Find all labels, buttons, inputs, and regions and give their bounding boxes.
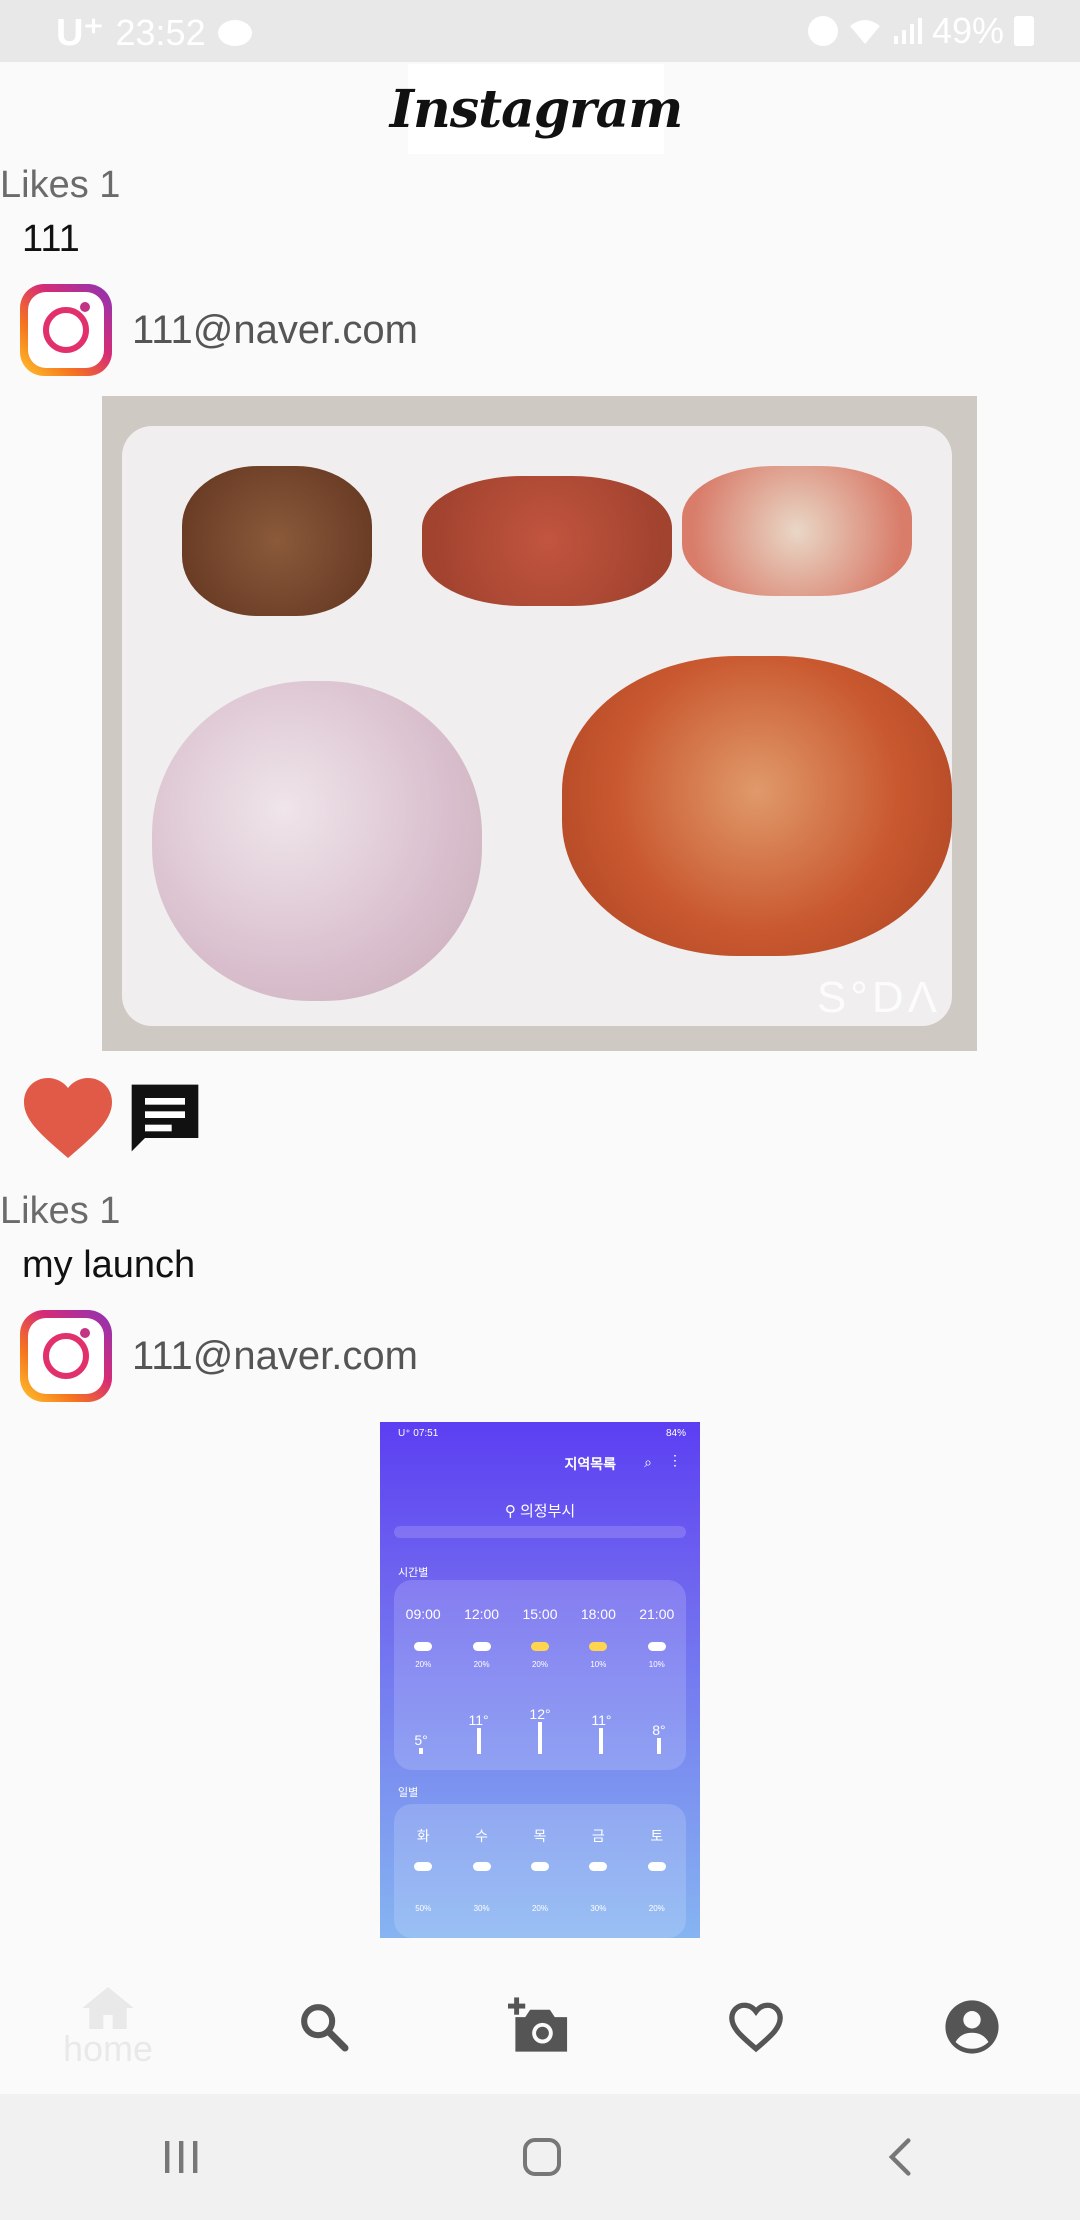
cloud-icon [589, 1862, 608, 1871]
post-caption: 111 [22, 218, 80, 260]
post-author[interactable]: 111@naver.com [20, 284, 418, 376]
nav-search[interactable] [264, 1967, 384, 2087]
heart-outline-icon [729, 2002, 783, 2053]
bottom-nav: home [0, 1962, 1080, 2092]
like-heart-icon[interactable] [20, 1074, 116, 1162]
nav-activity[interactable] [696, 1967, 816, 2087]
author-email[interactable]: 111@naver.com [132, 308, 418, 353]
cloud-icon [647, 1862, 666, 1871]
post-caption: my launch [22, 1244, 196, 1286]
comment-icon[interactable] [124, 1078, 206, 1158]
shot-title: 지역목록 [564, 1456, 616, 1472]
app-logo: Instagram [390, 64, 683, 154]
shot-status-battery: 84% [665, 1428, 686, 1439]
shot-hourly-label: 시간별 [398, 1567, 429, 1579]
shot-icons-row [394, 1642, 686, 1651]
shot-days-row: 화 수 목 금 토 [416, 1828, 664, 1844]
avatar-instagram-icon[interactable] [20, 284, 112, 376]
shot-status-time: U⁺ 07:51 [398, 1428, 439, 1439]
wifi-icon [849, 20, 880, 44]
post-author[interactable]: 111@naver.com [20, 1310, 418, 1402]
nav-add-photo[interactable] [480, 1967, 600, 2087]
account-circle-icon [945, 2000, 999, 2054]
cloud-icon [472, 1642, 491, 1651]
talk-notification-icon [217, 19, 252, 46]
author-email[interactable]: 111@naver.com [132, 1334, 418, 1379]
home-button-icon[interactable] [518, 2133, 566, 2181]
nav-home-label: home [62, 2028, 154, 2069]
shot-daily-label: 일별 [398, 1787, 419, 1799]
nav-profile[interactable] [912, 1967, 1032, 2087]
shot-pin-icon: ⚲ [504, 1503, 520, 1520]
nav-home[interactable]: home [48, 1967, 168, 2087]
shot-day-icons-row [394, 1862, 686, 1871]
cloud-icon [647, 1642, 666, 1651]
recent-apps-icon[interactable] [157, 2135, 205, 2179]
system-nav-bar [0, 2094, 1080, 2220]
photo-watermark: S°DΛ [816, 973, 941, 1022]
likes-count: Likes 1 [0, 164, 121, 206]
post-photo[interactable]: S°DΛ [102, 396, 977, 1051]
shot-day-precip-row: 50% 30% 20% 30% 20% [415, 1904, 665, 1913]
avatar-instagram-icon[interactable] [20, 1310, 112, 1402]
logo-text: Instagram [389, 78, 684, 140]
cloud-icon [414, 1642, 433, 1651]
alarm-icon [807, 16, 838, 46]
sun-cloud-icon [530, 1642, 549, 1651]
battery-icon [1014, 16, 1034, 46]
back-icon[interactable] [879, 2133, 923, 2181]
food-tray [122, 426, 952, 1026]
add-photo-icon [508, 1997, 568, 2052]
cloud-icon [472, 1862, 491, 1871]
search-icon [301, 2004, 349, 2052]
home-icon [82, 1987, 134, 2029]
carrier-label: U⁺ [56, 12, 104, 54]
cloud-icon [530, 1862, 549, 1871]
signal-icon [893, 18, 922, 44]
shot-temps-row: 5° 11° 12° 11° 8° [394, 1690, 686, 1754]
shot-search-icon: ⌕ [644, 1454, 652, 1470]
rain-cloud-icon [414, 1862, 433, 1871]
status-time: 23:52 [115, 11, 206, 53]
post-actions [20, 1074, 206, 1162]
post-screenshot-weather[interactable]: U⁺ 07:51 84% 지역목록 ⌕ ⋮ ⚲ 의정부시 시간별 09:00 1… [380, 1422, 700, 1938]
sun-cloud-icon [589, 1642, 608, 1651]
shot-more-icon: ⋮ [668, 1452, 682, 1468]
shot-precip-row: 20% 20% 20% 10% 10% [415, 1660, 665, 1669]
battery-percent: 49% [931, 10, 1004, 51]
status-bar: U⁺ 23:52 49% [0, 0, 1080, 62]
shot-hours-row: 09:00 12:00 15:00 18:00 21:00 [405, 1606, 675, 1622]
shot-location: ⚲ 의정부시 [504, 1503, 576, 1520]
likes-count: Likes 1 [0, 1190, 121, 1232]
